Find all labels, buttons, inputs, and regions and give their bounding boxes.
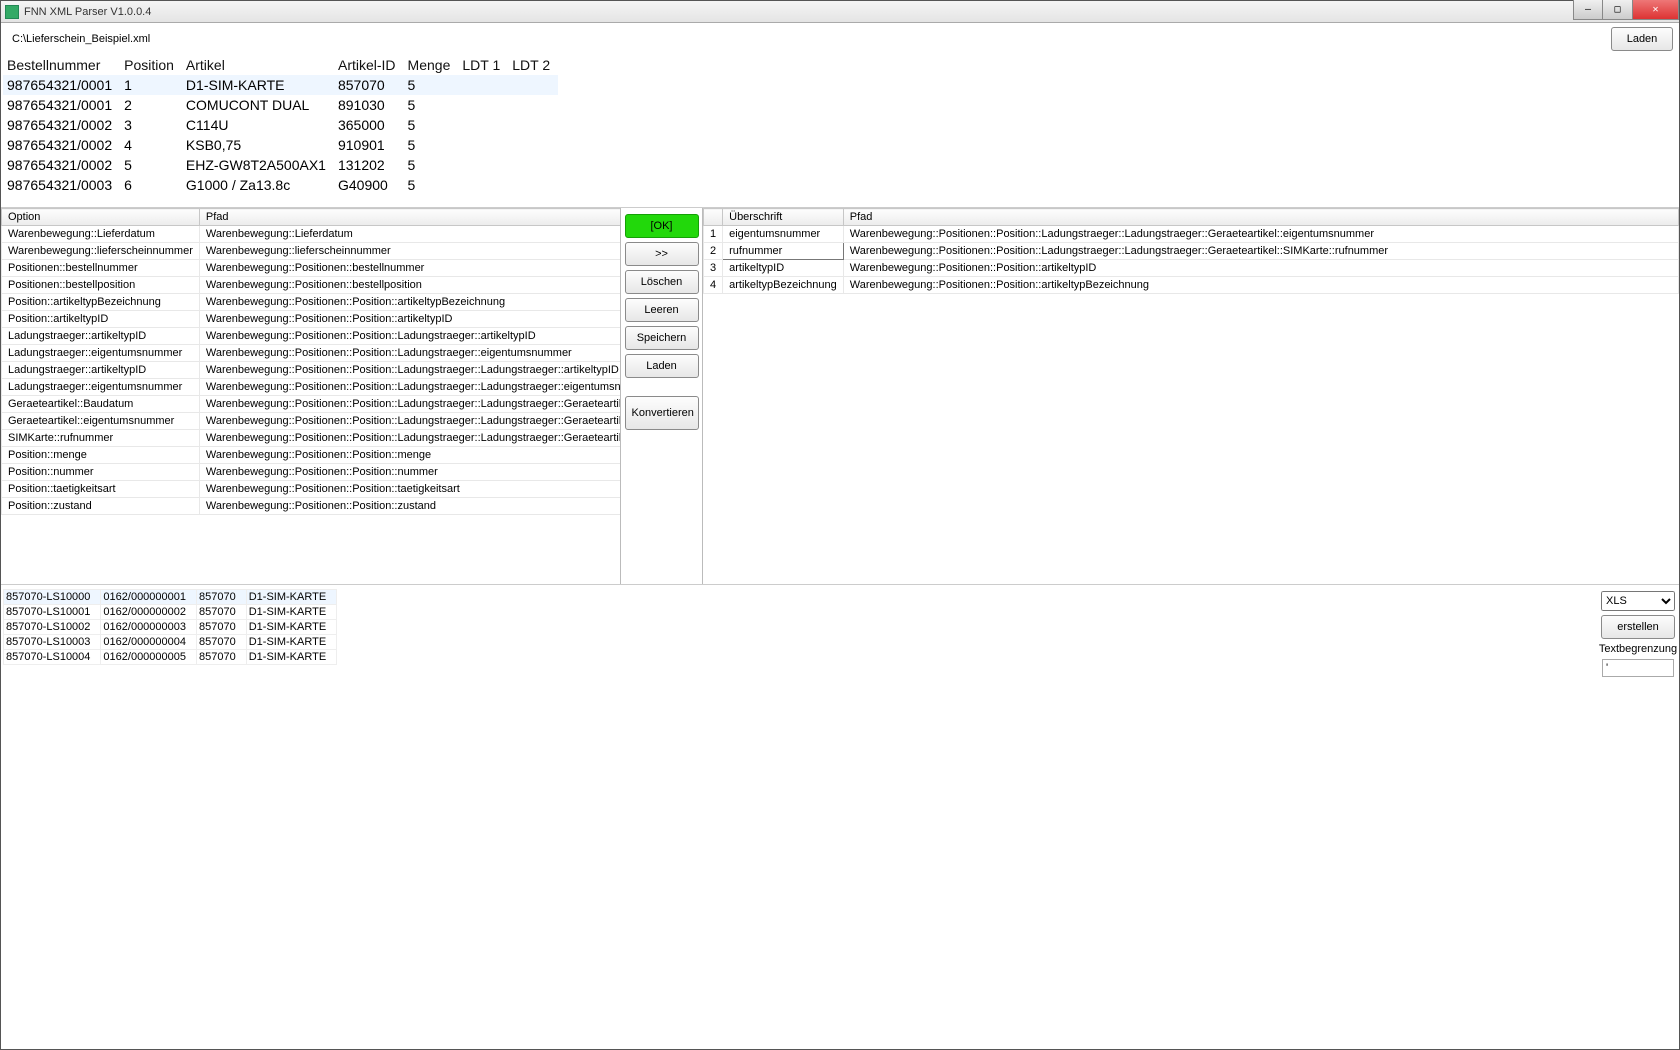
middle-panels: OptionPfad Warenbewegung::LieferdatumWar… <box>1 207 1679 585</box>
selection-row[interactable]: 2rufnummerWarenbewegung::Positionen::Pos… <box>704 243 1679 260</box>
options-row[interactable]: Ladungstraeger::eigentumsnummerWarenbewe… <box>2 345 622 362</box>
options-row[interactable]: SIMKarte::rufnummerWarenbewegung::Positi… <box>2 430 622 447</box>
delimiter-label: Textbegrenzung <box>1599 643 1677 655</box>
orders-row[interactable]: 987654321/00024KSB0,759109015 <box>3 135 558 155</box>
export-format-select[interactable]: XLS <box>1601 591 1675 611</box>
convert-button[interactable]: Konvertieren <box>625 396 699 430</box>
app-icon <box>5 5 19 19</box>
options-row[interactable]: Position::nummerWarenbewegung::Positione… <box>2 464 622 481</box>
selection-row[interactable]: 1eigentumsnummerWarenbewegung::Positione… <box>704 226 1679 243</box>
load-file-button[interactable]: Laden <box>1611 27 1673 51</box>
selection-col-header[interactable] <box>704 209 723 226</box>
app-window: FNN XML Parser V1.0.0.4 — □ ✕ Laden Best… <box>0 0 1680 1050</box>
options-col-header[interactable]: Option <box>2 209 200 226</box>
options-row[interactable]: Position::mengeWarenbewegung::Positionen… <box>2 447 622 464</box>
options-grid[interactable]: OptionPfad Warenbewegung::LieferdatumWar… <box>1 208 621 515</box>
options-row[interactable]: Position::artikeltypBezeichnungWarenbewe… <box>2 294 622 311</box>
delete-button[interactable]: Löschen <box>625 270 699 294</box>
orders-row[interactable]: 987654321/00012COMUCONT DUAL8910305 <box>3 95 558 115</box>
options-row[interactable]: Ladungstraeger::artikeltypIDWarenbewegun… <box>2 328 622 345</box>
orders-col-header[interactable]: Position <box>120 55 182 75</box>
options-row[interactable]: Warenbewegung::LieferdatumWarenbewegung:… <box>2 226 622 243</box>
selection-row[interactable]: 3artikeltypIDWarenbewegung::Positionen::… <box>704 260 1679 277</box>
minimize-button[interactable]: — <box>1573 0 1603 20</box>
file-path-input[interactable] <box>7 29 1605 49</box>
options-row[interactable]: Geraeteartikel::BaudatumWarenbewegung::P… <box>2 396 622 413</box>
window-title: FNN XML Parser V1.0.0.4 <box>24 6 1573 18</box>
result-row[interactable]: 857070-LS100000162/000000001857070D1-SIM… <box>4 590 337 605</box>
options-row[interactable]: Position::zustandWarenbewegung::Position… <box>2 498 622 515</box>
options-row[interactable]: Position::taetigkeitsartWarenbewegung::P… <box>2 481 622 498</box>
result-row[interactable]: 857070-LS100010162/000000002857070D1-SIM… <box>4 605 337 620</box>
options-row[interactable]: Ladungstraeger::artikeltypIDWarenbewegun… <box>2 362 622 379</box>
orders-table-wrap: BestellnummerPositionArtikelArtikel-IDMe… <box>1 55 1679 207</box>
selection-panel: ÜberschriftPfad 1eigentumsnummerWarenbew… <box>703 208 1679 584</box>
window-controls: — □ ✕ <box>1573 1 1679 22</box>
orders-col-header[interactable]: Bestellnummer <box>3 55 120 75</box>
maximize-button[interactable]: □ <box>1603 0 1633 20</box>
orders-col-header[interactable]: LDT 2 <box>508 55 558 75</box>
orders-col-header[interactable]: Artikel-ID <box>334 55 404 75</box>
options-row[interactable]: Position::artikeltypIDWarenbewegung::Pos… <box>2 311 622 328</box>
orders-table[interactable]: BestellnummerPositionArtikelArtikel-IDMe… <box>3 55 558 195</box>
save-button[interactable]: Speichern <box>625 326 699 350</box>
delimiter-input[interactable] <box>1602 659 1674 677</box>
options-row[interactable]: Ladungstraeger::eigentumsnummerWarenbewe… <box>2 379 622 396</box>
clear-button[interactable]: Leeren <box>625 298 699 322</box>
result-row[interactable]: 857070-LS100030162/000000004857070D1-SIM… <box>4 635 337 650</box>
selection-col-header[interactable]: Überschrift <box>723 209 844 226</box>
ok-button[interactable]: [OK] <box>625 214 699 238</box>
close-button[interactable]: ✕ <box>1633 0 1679 20</box>
options-panel: OptionPfad Warenbewegung::LieferdatumWar… <box>1 208 621 584</box>
move-right-button[interactable]: >> <box>625 242 699 266</box>
action-buttons-panel: [OK] >> Löschen Leeren Speichern Laden K… <box>621 208 703 584</box>
bottom-area: 857070-LS100000162/000000001857070D1-SIM… <box>1 585 1679 1049</box>
result-row[interactable]: 857070-LS100040162/000000005857070D1-SIM… <box>4 650 337 665</box>
result-grid[interactable]: 857070-LS100000162/000000001857070D1-SIM… <box>3 589 337 665</box>
orders-row[interactable]: 987654321/00023C114U3650005 <box>3 115 558 135</box>
orders-col-header[interactable]: LDT 1 <box>458 55 508 75</box>
options-row[interactable]: Positionen::bestellpositionWarenbewegung… <box>2 277 622 294</box>
options-row[interactable]: Geraeteartikel::eigentumsnummerWarenbewe… <box>2 413 622 430</box>
options-col-header[interactable]: Pfad <box>199 209 621 226</box>
create-export-button[interactable]: erstellen <box>1601 615 1675 639</box>
load-button[interactable]: Laden <box>625 354 699 378</box>
export-panel: XLS erstellen Textbegrenzung <box>1597 585 1679 1049</box>
orders-row[interactable]: 987654321/00036G1000 / Za13.8cG409005 <box>3 175 558 195</box>
file-path-row: Laden <box>1 23 1679 55</box>
result-row[interactable]: 857070-LS100020162/000000003857070D1-SIM… <box>4 620 337 635</box>
options-row[interactable]: Warenbewegung::lieferscheinnummerWarenbe… <box>2 243 622 260</box>
options-row[interactable]: Positionen::bestellnummerWarenbewegung::… <box>2 260 622 277</box>
orders-col-header[interactable]: Artikel <box>182 55 334 75</box>
result-panel: 857070-LS100000162/000000001857070D1-SIM… <box>1 585 1597 1049</box>
titlebar: FNN XML Parser V1.0.0.4 — □ ✕ <box>1 1 1679 23</box>
selection-col-header[interactable]: Pfad <box>843 209 1678 226</box>
orders-row[interactable]: 987654321/00025EHZ-GW8T2A500AX11312025 <box>3 155 558 175</box>
selection-row[interactable]: 4artikeltypBezeichnungWarenbewegung::Pos… <box>704 277 1679 294</box>
orders-col-header[interactable]: Menge <box>404 55 459 75</box>
selection-grid[interactable]: ÜberschriftPfad 1eigentumsnummerWarenbew… <box>703 208 1679 294</box>
orders-row[interactable]: 987654321/00011D1-SIM-KARTE8570705 <box>3 75 558 95</box>
